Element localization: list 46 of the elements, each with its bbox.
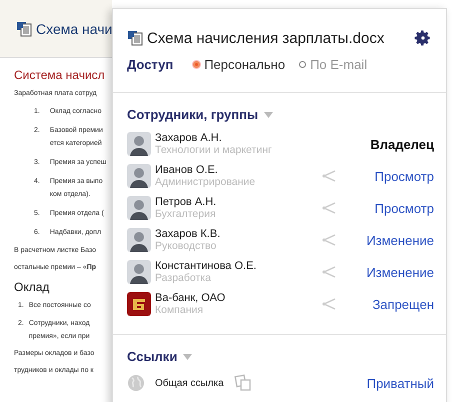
share-icon[interactable] <box>322 265 338 279</box>
copy-icon[interactable] <box>234 374 252 392</box>
document-icon <box>16 20 32 36</box>
avatar-icon <box>127 164 151 188</box>
group-name: Разработка <box>155 272 212 284</box>
person-name: Константинова О.Е. <box>155 260 258 272</box>
settings-icon[interactable] <box>414 29 432 47</box>
owner-label: Владелец <box>369 136 434 152</box>
avatar-icon <box>127 228 151 252</box>
caret-icon[interactable] <box>264 112 274 118</box>
person-name: Иванов О.Е. <box>155 164 219 176</box>
share-icon[interactable] <box>322 233 338 247</box>
document-heading: Система начисл <box>14 68 106 82</box>
access-radio[interactable]: Персонально <box>193 57 286 72</box>
document-heading: Оклад <box>14 279 50 295</box>
access-level-link[interactable]: Просмотр <box>358 200 434 216</box>
document-icon <box>127 30 143 46</box>
file-title: Схема начисления зарплаты.docx <box>147 30 386 46</box>
globe-icon <box>127 374 145 392</box>
group-name: Администрирование <box>155 176 256 188</box>
section-title: Сотрудники, группы <box>127 107 258 122</box>
share-icon[interactable] <box>322 297 338 311</box>
share-icon[interactable] <box>322 169 338 183</box>
group-name: Бухгалтерия <box>155 208 217 220</box>
group-name: Технологии и маркетинг <box>155 144 273 156</box>
avatar-icon <box>127 196 151 220</box>
person-name: Захаров А.Н. <box>155 132 223 144</box>
person-name: Ва-банк, ОАО <box>155 292 226 304</box>
group-name: Руководство <box>155 240 218 252</box>
access-level-link[interactable]: Приватный <box>358 376 434 390</box>
share-icon[interactable] <box>322 201 338 215</box>
group-name: Компания <box>155 304 204 316</box>
person-name: Захаров К.В. <box>155 228 222 240</box>
caret-icon[interactable] <box>183 354 192 360</box>
access-level-link[interactable]: Изменение <box>358 264 434 280</box>
avatar-icon <box>127 260 151 284</box>
person-name: Петров А.Н. <box>155 196 218 208</box>
avatar-icon <box>127 132 151 156</box>
section-title: Ссылки <box>127 349 178 364</box>
access-level-link[interactable]: Просмотр <box>358 168 434 184</box>
logo-icon <box>127 292 151 316</box>
access-level-link[interactable]: Запрещен <box>358 296 434 312</box>
link-label: Общая ссылка <box>155 378 224 388</box>
document-title: Схема начи <box>36 20 112 36</box>
access-level-link[interactable]: Изменение <box>358 232 434 248</box>
access-label: Доступ <box>127 57 174 72</box>
